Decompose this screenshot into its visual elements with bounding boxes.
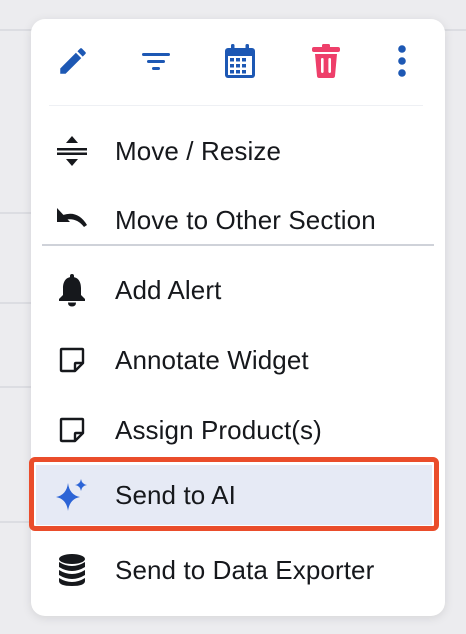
menu-item-label: Send to Data Exporter [115, 554, 375, 585]
toolbar-divider [49, 105, 423, 106]
menu-item-add-alert[interactable]: Add Alert [31, 260, 445, 320]
delete-button[interactable] [304, 39, 348, 83]
background-divider [0, 302, 33, 304]
more-options-button[interactable] [380, 39, 424, 83]
menu-item-send-to-data-exporter[interactable]: Send to Data Exporter [31, 540, 445, 600]
menu-item-annotate-widget[interactable]: Annotate Widget [31, 330, 445, 390]
more-vertical-icon [397, 44, 407, 78]
background-divider [0, 521, 33, 523]
bell-icon [52, 270, 92, 310]
menu-item-label: Add Alert [115, 274, 222, 305]
date-range-button[interactable] [218, 39, 262, 83]
edit-button[interactable] [51, 39, 95, 83]
filter-icon [141, 48, 171, 74]
calendar-icon [223, 43, 257, 79]
undo-arrow-icon [52, 200, 92, 240]
filter-button[interactable] [134, 39, 178, 83]
menu-item-move-to-other-section[interactable]: Move to Other Section [31, 190, 445, 250]
menu-item-label: Annotate Widget [115, 344, 309, 375]
menu-item-assign-products[interactable]: Assign Product(s) [31, 400, 445, 460]
menu-toolbar [31, 19, 445, 105]
menu-item-label: Move to Other Section [115, 204, 376, 235]
background-divider [0, 386, 33, 388]
move-resize-icon [52, 131, 92, 171]
menu-item-send-to-ai[interactable]: Send to AI [36, 465, 432, 525]
background-divider [0, 212, 33, 214]
menu-group-divider [42, 244, 434, 246]
menu-item-label: Send to AI [115, 479, 236, 510]
menu-item-label: Assign Product(s) [115, 414, 322, 445]
background-divider [0, 29, 33, 31]
trash-icon [311, 43, 341, 79]
sticky-note-icon [52, 340, 92, 380]
widget-context-menu: Move / Resize Move to Other Section Add … [31, 19, 445, 616]
pencil-icon [56, 44, 90, 78]
menu-item-move-resize[interactable]: Move / Resize [31, 121, 445, 181]
menu-item-label: Move / Resize [115, 135, 282, 166]
sparkle-icon [52, 475, 92, 515]
database-icon [52, 550, 92, 590]
background-divider [444, 29, 466, 31]
sticky-note-icon [52, 410, 92, 450]
